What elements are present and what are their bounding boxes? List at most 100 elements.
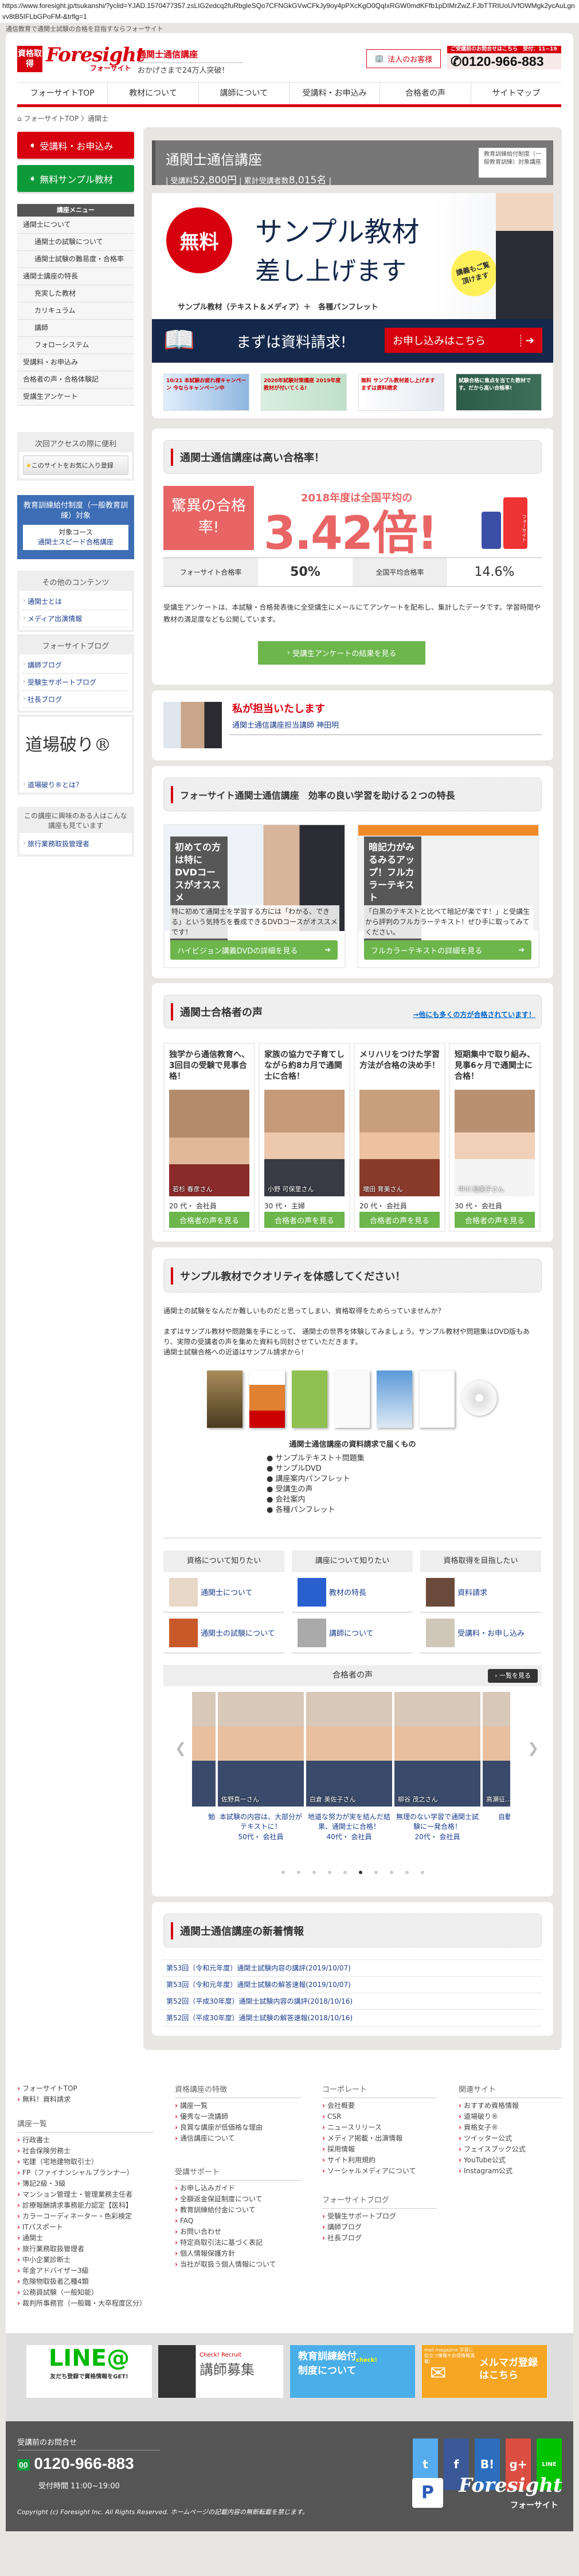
footer-link[interactable]: 良質な講座が低価格な理由 (175, 2122, 301, 2133)
category-link[interactable]: 通関士の試験について (163, 1613, 284, 1654)
footer-link[interactable]: 全額返金保証制度について (175, 2194, 301, 2205)
voice-detail-button[interactable]: 合格者の声を見る (264, 1212, 345, 1228)
corporate-button[interactable]: 🏢 法人のお客様 (366, 49, 441, 68)
footer-link[interactable]: ITパスポート (17, 2222, 154, 2233)
voice-detail-button[interactable]: 合格者の声を見る (455, 1212, 535, 1228)
footer-link[interactable]: お問い合わせ (175, 2226, 301, 2237)
apply-button[interactable]: ➧ 受講料・お申込み (17, 132, 134, 159)
footer-link[interactable]: CSR (322, 2111, 437, 2122)
course-menu-item[interactable]: 通関士試験の難易度・合格率 (17, 251, 134, 268)
breadcrumb-home[interactable]: フォーサイトTOP (24, 115, 79, 123)
cta-button[interactable]: お申し込みはこちら ➔ (385, 328, 542, 353)
category-link[interactable]: 教材の特長 (292, 1572, 413, 1613)
logo-badge[interactable]: 資格取得 (17, 46, 42, 72)
mini-banner[interactable]: 無料 サンプル教材差し上げます まずは資料請求 (358, 374, 444, 411)
footer-link[interactable]: 個人情報保護方針 (175, 2248, 301, 2259)
nav-fees[interactable]: 受講料・お申込み (290, 83, 381, 104)
link-tsukanshi[interactable]: 通関士とは (23, 593, 128, 610)
dojo-logo[interactable]: 道場破り® (23, 719, 128, 776)
footer-link[interactable]: 危険物取扱者乙種4類 (17, 2276, 154, 2287)
footer-link[interactable]: サイト利用規約 (322, 2155, 437, 2166)
footer-link[interactable]: 旅行業務取扱管理者 (17, 2244, 154, 2255)
footer-link[interactable]: 当社が取扱う個人情報について (175, 2259, 301, 2270)
course-menu-item[interactable]: 受講生アンケート (17, 388, 134, 406)
footer-link[interactable]: 簿記2級・3級 (17, 2178, 154, 2189)
footer-link[interactable]: 行政書士 (17, 2135, 154, 2146)
footer-link[interactable]: 公務員試験（一般知能） (17, 2287, 154, 2298)
footer-link[interactable]: 講座一覧 (175, 2100, 301, 2111)
footer-link[interactable]: 資格女子® (459, 2122, 562, 2133)
bookmark-button[interactable]: ★このサイトをお気に入り登録 (23, 455, 128, 475)
slider-dot[interactable] (327, 1871, 331, 1874)
address-bar[interactable]: https://www.foresight.jp/tsukanshi/?ycli… (0, 0, 579, 23)
link-media[interactable]: メディア出演情報 (23, 610, 128, 627)
hero-banner[interactable]: 無料 サンプル教材 差し上げます 講義もご覧頂けます サンプル教材（テキスト＆メ… (152, 193, 553, 319)
dojo-link[interactable]: 道場破り®とは？ (23, 776, 128, 793)
slider-dot[interactable] (312, 1871, 316, 1874)
news-item[interactable]: 第53回（令和元年度）通関士試験の解答速報(2019/10/07) (163, 1977, 542, 1993)
more-voices-link[interactable]: →他にも多くの方が合格されています！ (413, 1010, 535, 1019)
slider-dot[interactable] (374, 1871, 378, 1874)
footer-link[interactable]: フェイスブック公式 (459, 2144, 562, 2155)
nav-materials[interactable]: 教材について (108, 83, 199, 104)
sample-button[interactable]: ➧ 無料サンプル教材 (17, 165, 134, 192)
slider-dot[interactable] (343, 1871, 347, 1874)
news-item[interactable]: 第52回（平成30年度）通関士試験の解答速報(2018/10/16) (163, 2010, 542, 2027)
link-president-blog[interactable]: 社長ブログ (23, 691, 128, 708)
feature-detail-button[interactable]: ハイビジョン講義DVDの詳細を見る ➔ (170, 940, 338, 960)
mini-banner[interactable]: 試験合格に焦点を当てた教材です。だから高い合格率! (456, 374, 542, 411)
category-link[interactable]: 講師について (292, 1613, 413, 1654)
footer-link[interactable]: 宅建（宅地建物取引士） (17, 2157, 154, 2167)
footer-link[interactable]: 講師ブログ (322, 2222, 437, 2233)
footer-link[interactable]: メディア掲載・出演情報 (322, 2133, 437, 2144)
footer-link[interactable]: 裁判所事務官（一般職・大卒程度区分） (17, 2298, 154, 2309)
footer-link[interactable]: 教育訓練給付金について (175, 2205, 301, 2216)
edu-course-link[interactable]: 通関士スピード合格講座 (26, 537, 126, 547)
footer-link[interactable]: ソーシャルメディアについて (322, 2166, 437, 2177)
edu-benefit-box[interactable]: 教育訓練給付制度（一般教育訓練）対象 対象コース 通関士スピード合格講座 (17, 495, 134, 559)
footer-link[interactable]: おすすめ資格情報 (459, 2100, 562, 2111)
view-all-button[interactable]: › 一覧を見る (488, 1669, 538, 1683)
edu-benefit-banner[interactable]: 教育訓練給付制度について check! (290, 2345, 415, 2398)
mailmag-banner[interactable]: mail magazine 学習に役立つ情報やお得情報満載! ✉ メルマガ登録はこち… (422, 2345, 547, 2398)
slider-next-arrow[interactable]: ❯ (527, 1740, 539, 1756)
teacher-name[interactable]: 通関士通信講座担当講師 神田明 (229, 719, 542, 735)
footer-link[interactable]: FP（ファイナンシャルプランナー） (17, 2167, 154, 2178)
news-item[interactable]: 第53回（令和元年度）通関士試験内容の講評(2019/10/07) (163, 1960, 542, 1977)
link-travel[interactable]: 旅行業務取扱管理者 (23, 835, 128, 852)
cta-strip[interactable]: 📖 まずは資料請求! お申し込みはこちら ➔ (152, 319, 553, 363)
course-menu-item[interactable]: 受講料・お申込み (17, 354, 134, 371)
link-teacher-blog[interactable]: 講師ブログ (23, 657, 128, 674)
course-menu-item[interactable]: 充実した教材 (17, 285, 134, 303)
footer-link[interactable]: 優秀な一流講師 (175, 2111, 301, 2122)
recruit-banner[interactable]: Check! Recruit 講師募集 (158, 2345, 283, 2398)
footer-link[interactable]: 採用情報 (322, 2144, 437, 2155)
footer-link[interactable]: お申し込みガイド (175, 2183, 301, 2194)
course-menu-item[interactable]: 通関士講座の特長 (17, 268, 134, 285)
slider-dot[interactable] (405, 1871, 409, 1874)
course-menu-item[interactable]: 通関士について (17, 217, 134, 234)
nav-voices[interactable]: 合格者の声 (380, 83, 471, 104)
footer-link[interactable]: 年金アドバイザー3級 (17, 2265, 154, 2276)
footer-link[interactable]: 社会保険労務士 (17, 2146, 154, 2157)
slider-prev-arrow[interactable]: ❮ (175, 1740, 186, 1756)
course-menu-item[interactable]: フォローシステム (17, 337, 134, 354)
course-menu-item[interactable]: 通関士の試験について (17, 234, 134, 251)
feature-detail-button[interactable]: フルカラーテキストの詳細を見る ➔ (364, 940, 531, 960)
mini-banner[interactable]: 10/21 本試験お疲れ様キャンペーン 今ならキャンペーン中 (163, 374, 249, 411)
voice-detail-button[interactable]: 合格者の声を見る (359, 1212, 440, 1228)
footer-phone[interactable]: 0̲0 0120-966-883 (17, 2455, 134, 2473)
nav-sitemap[interactable]: サイトマップ (471, 83, 561, 104)
course-menu-item[interactable]: 講師 (17, 320, 134, 337)
voices-slider[interactable]: 勉強を…合格！…婦佐野真一さん本試験の内容は、大部分がテキストに！50代・ 会社… (192, 1692, 513, 1841)
voice-detail-button[interactable]: 合格者の声を見る (169, 1212, 249, 1228)
footer-link[interactable]: FAQ (175, 2216, 301, 2226)
footer-link[interactable]: ニュースリリース (322, 2122, 437, 2133)
slider-dot[interactable] (389, 1871, 393, 1874)
footer-link[interactable]: 中小企業診断士 (17, 2255, 154, 2265)
footer-link[interactable]: カラーコーディネーター・色彩検定 (17, 2211, 154, 2222)
footer-link[interactable]: 診療報酬請求事務能力認定【医科】 (17, 2200, 154, 2211)
category-link[interactable]: 資料請求 (420, 1572, 541, 1613)
course-menu-item[interactable]: カリキュラム (17, 303, 134, 320)
footer-link[interactable]: マンション管理士・管理業務主任者 (17, 2189, 154, 2200)
